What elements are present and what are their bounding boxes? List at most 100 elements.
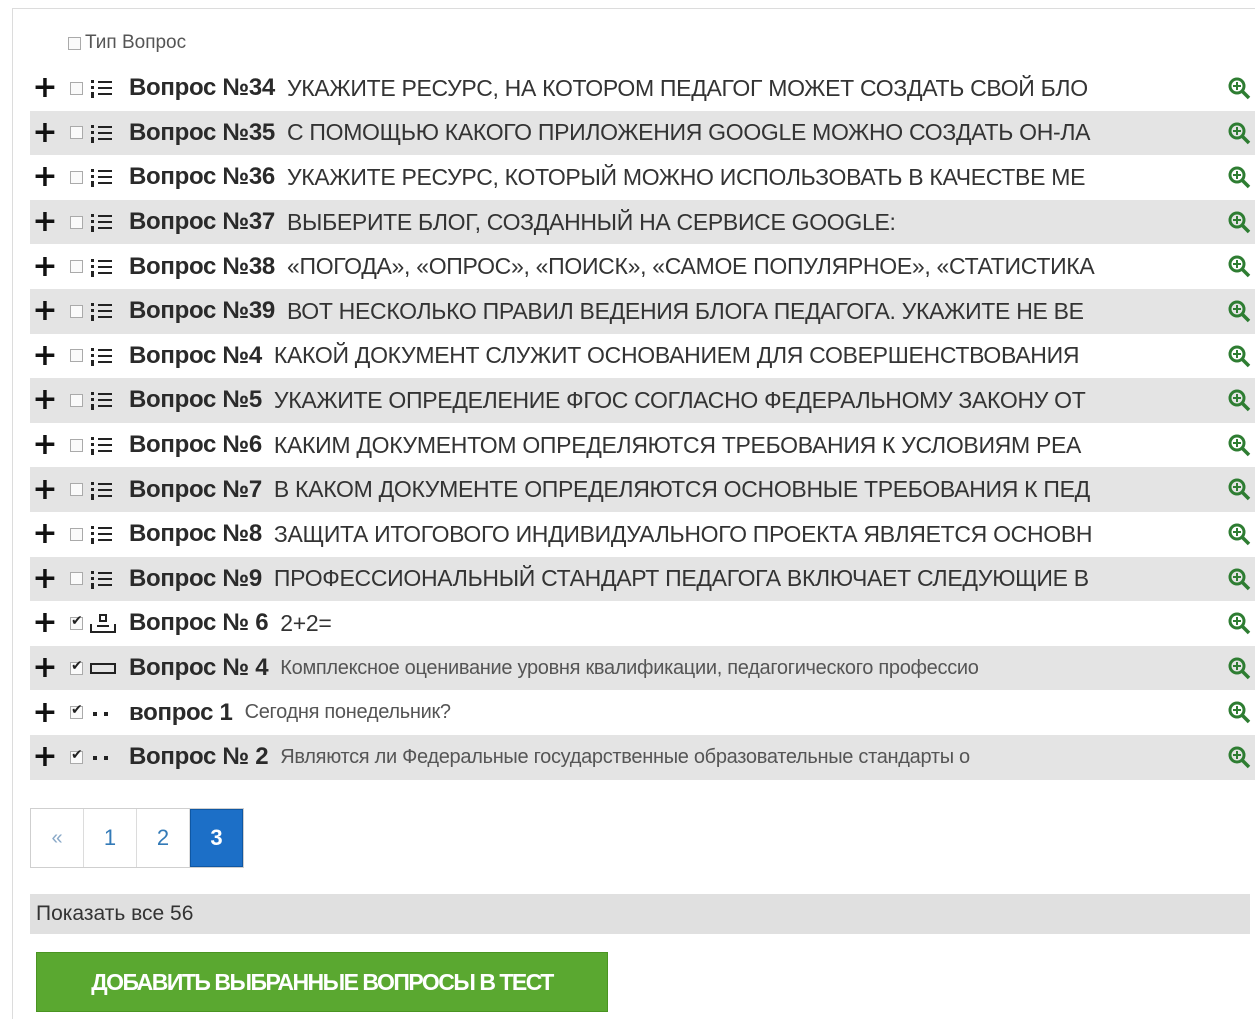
preview-zoom-icon[interactable] xyxy=(1227,254,1251,278)
list-icon xyxy=(89,255,117,279)
question-checkbox[interactable] xyxy=(70,527,83,541)
add-question-icon[interactable]: + xyxy=(32,653,58,683)
question-checkbox[interactable] xyxy=(70,438,83,452)
pagination: «1 2 3 xyxy=(30,808,244,868)
question-number[interactable]: Вопрос №6 xyxy=(129,431,262,459)
question-row: + вопрос 1 Сегодня понедельник? xyxy=(30,690,1255,735)
question-checkbox[interactable] xyxy=(70,170,83,184)
page-1-button[interactable]: 1 xyxy=(84,809,137,867)
add-question-icon[interactable]: + xyxy=(32,608,58,638)
question-row: + Вопрос №4 КАКОЙ ДОКУМЕНТ СЛУЖИТ ОСНОВАНИ… xyxy=(30,334,1255,379)
column-header-label: Тип Вопрос xyxy=(85,32,187,53)
question-checkbox[interactable] xyxy=(70,126,83,140)
question-number[interactable]: Вопрос №38 xyxy=(129,253,275,281)
add-selected-questions-button[interactable]: ДОБАВИТЬ ВЫБРАННЫЕ ВОПРОСЫ В ТЕСТ xyxy=(36,952,608,1012)
add-question-icon[interactable]: + xyxy=(32,73,58,103)
question-text: ВОТ НЕСКОЛЬКО ПРАВИЛ ВЕДЕНИЯ БЛОГА ПЕДАГ… xyxy=(286,297,1084,324)
question-number[interactable]: Вопрос № 4 xyxy=(129,654,269,682)
question-text: КАКИМ ДОКУМЕНТОМ ОПРЕДЕЛЯЮТСЯ ТРЕБОВАНИЯ… xyxy=(273,431,1082,458)
add-question-icon[interactable]: + xyxy=(32,251,58,282)
question-number[interactable]: Вопрос №37 xyxy=(129,208,275,236)
question-checkbox[interactable] xyxy=(70,572,83,586)
list-icon xyxy=(89,433,117,457)
add-question-icon[interactable]: + xyxy=(32,385,58,415)
preview-zoom-icon[interactable] xyxy=(1227,745,1251,769)
question-checkbox[interactable] xyxy=(70,215,83,229)
question-row: + Вопрос №35 С ПОМОЩЬЮ КАКОГО ПРИЛОЖЕНИЯ G… xyxy=(30,110,1255,156)
page-3-button[interactable]: 3 xyxy=(190,809,243,867)
add-question-icon[interactable]: + xyxy=(32,340,58,371)
preview-zoom-icon[interactable] xyxy=(1227,656,1251,680)
preview-zoom-icon[interactable] xyxy=(1227,76,1251,100)
question-row: + Вопрос №9 ПРОФЕССИОНАЛЬНЫЙ СТАНДАРТ ПЕДА… xyxy=(30,556,1255,602)
question-row: + Вопрос №5 УКАЖИТЕ ОПРЕДЕЛЕНИЕ ФГОС СОГЛА… xyxy=(30,378,1255,423)
text-field-icon xyxy=(89,656,117,680)
question-checkbox[interactable] xyxy=(70,658,83,675)
question-text: Комплексное оценивание уровня квалификац… xyxy=(280,656,979,679)
preview-zoom-icon[interactable] xyxy=(1227,477,1251,501)
dots-icon xyxy=(89,745,117,769)
question-number[interactable]: Вопрос №4 xyxy=(129,342,262,370)
add-question-icon[interactable]: + xyxy=(32,296,58,326)
question-number[interactable]: вопрос 1 xyxy=(129,699,233,727)
add-question-icon[interactable]: + xyxy=(32,474,58,505)
add-question-icon[interactable]: + xyxy=(32,697,58,728)
question-checkbox[interactable] xyxy=(70,81,83,95)
preview-zoom-icon[interactable] xyxy=(1227,700,1251,724)
list-icon xyxy=(89,299,117,323)
question-checkbox[interactable] xyxy=(70,747,83,764)
column-header: Тип Вопрос xyxy=(68,30,186,56)
add-question-icon[interactable]: + xyxy=(32,519,58,549)
list-icon xyxy=(89,165,117,189)
question-number[interactable]: Вопрос №35 xyxy=(129,119,275,147)
question-text: УКАЖИТЕ РЕСУРС, КОТОРЫЙ МОЖНО ИСПОЛЬЗОВА… xyxy=(286,163,1086,190)
add-question-icon[interactable]: + xyxy=(32,117,58,148)
preview-zoom-icon[interactable] xyxy=(1227,388,1251,412)
question-checkbox[interactable] xyxy=(70,260,83,274)
question-checkbox[interactable] xyxy=(70,349,83,363)
preview-zoom-icon[interactable] xyxy=(1227,567,1251,591)
list-icon xyxy=(89,567,117,591)
question-row: + Вопрос №37 ВЫБЕРИТЕ БЛОГ, СОЗДАННЫЙ НА С… xyxy=(30,199,1255,245)
preview-zoom-icon[interactable] xyxy=(1227,522,1251,546)
add-question-icon[interactable]: + xyxy=(32,207,58,237)
select-all-checkbox[interactable] xyxy=(68,36,81,50)
preview-zoom-icon[interactable] xyxy=(1227,210,1251,234)
preview-zoom-icon[interactable] xyxy=(1227,611,1251,635)
question-number[interactable]: Вопрос №34 xyxy=(129,74,275,102)
question-row: + Вопрос №8 ЗАЩИТА ИТОГОВОГО ИНДИВИДУАЛЬНО… xyxy=(30,512,1255,557)
page-2-button[interactable]: 2 xyxy=(137,809,190,867)
question-number[interactable]: Вопрос № 6 xyxy=(129,609,269,637)
question-number[interactable]: Вопрос №8 xyxy=(129,520,262,548)
preview-zoom-icon[interactable] xyxy=(1227,299,1251,323)
add-question-icon[interactable]: + xyxy=(32,563,58,594)
question-row: + Вопрос № 4 Комплексное оценивание уровня… xyxy=(30,645,1255,691)
question-number[interactable]: Вопрос № 2 xyxy=(129,743,269,771)
question-checkbox[interactable] xyxy=(70,613,83,630)
question-number[interactable]: Вопрос №5 xyxy=(129,386,262,414)
preview-zoom-icon[interactable] xyxy=(1227,121,1251,145)
page-prev-button[interactable]: « xyxy=(31,809,84,867)
question-checkbox[interactable] xyxy=(70,393,83,407)
question-row: + Вопрос № 2 Являются ли Федеральные госуд… xyxy=(30,734,1255,780)
show-all-link[interactable]: Показать все 56 xyxy=(30,894,1250,934)
question-checkbox[interactable] xyxy=(70,702,83,720)
add-question-icon[interactable]: + xyxy=(32,162,58,192)
question-row: + Вопрос №38 «ПОГОДА», «ОПРОС», «ПОИСК», «… xyxy=(30,244,1255,289)
question-text: Являются ли Федеральные государственные … xyxy=(280,745,970,768)
preview-zoom-icon[interactable] xyxy=(1227,165,1251,189)
question-checkbox[interactable] xyxy=(70,483,83,497)
question-row: + Вопрос №6 КАКИМ ДОКУМЕНТОМ ОПРЕДЕЛЯЮТСЯ … xyxy=(30,423,1255,468)
question-text: «ПОГОДА», «ОПРОС», «ПОИСК», «САМОЕ ПОПУЛ… xyxy=(286,253,1095,280)
question-row: + Вопрос №34 УКАЖИТЕ РЕСУРС, НА КОТОРОМ ПЕ… xyxy=(30,66,1255,111)
question-number[interactable]: Вопрос №36 xyxy=(129,163,275,191)
question-number[interactable]: Вопрос №9 xyxy=(129,565,262,593)
add-question-icon[interactable]: + xyxy=(32,742,58,772)
question-number[interactable]: Вопрос №39 xyxy=(129,297,275,325)
add-question-icon[interactable]: + xyxy=(32,430,58,460)
question-row: + Вопрос №7 В КАКОМ ДОКУМЕНТЕ ОПРЕДЕЛЯЮТСЯ… xyxy=(30,467,1255,512)
preview-zoom-icon[interactable] xyxy=(1227,344,1251,368)
question-checkbox[interactable] xyxy=(70,304,83,318)
preview-zoom-icon[interactable] xyxy=(1227,433,1251,457)
question-number[interactable]: Вопрос №7 xyxy=(129,476,262,504)
